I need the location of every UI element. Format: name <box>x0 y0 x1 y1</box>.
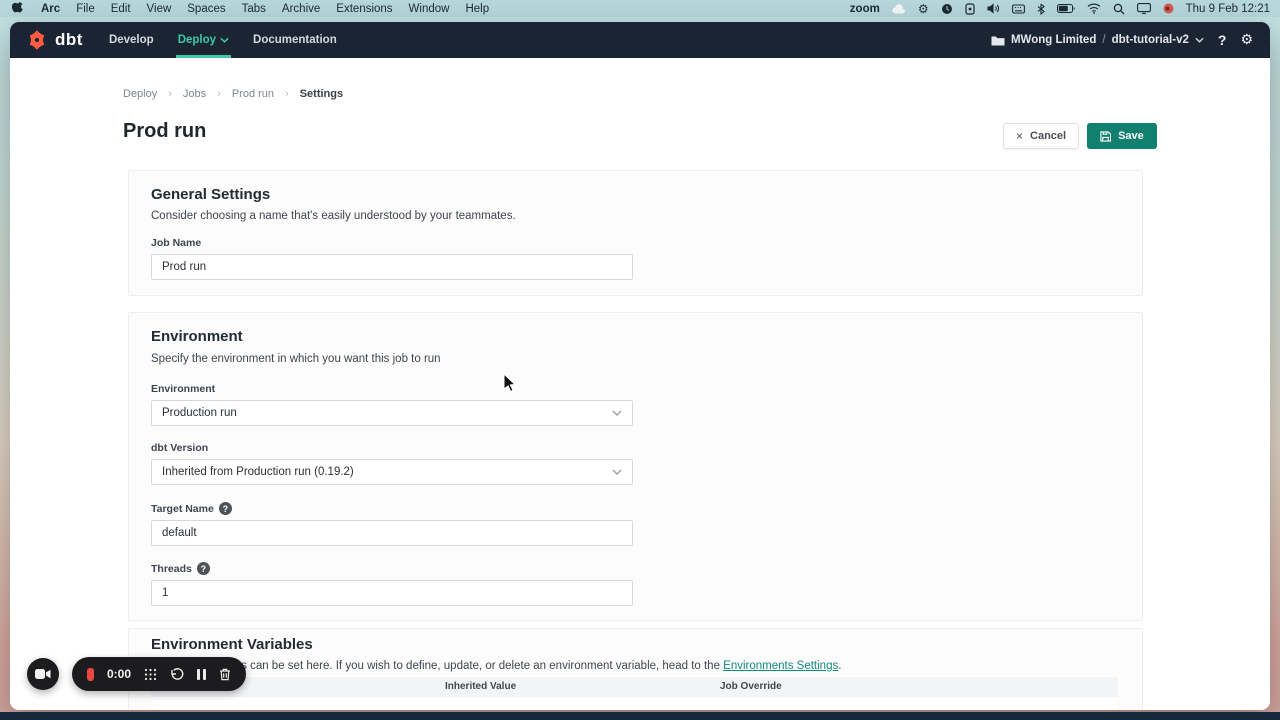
video-camera-icon <box>35 668 51 680</box>
general-settings-title: General Settings <box>151 186 270 203</box>
cloud-icon[interactable] <box>892 4 906 14</box>
environment-card: Environment Specify the environment in w… <box>128 312 1143 621</box>
menubar-item-window[interactable]: Window <box>401 3 458 15</box>
clock-status-icon[interactable] <box>941 3 953 15</box>
chevron-down-icon <box>612 410 622 416</box>
menubar-item-help[interactable]: Help <box>457 3 497 15</box>
menubar-item-spaces[interactable]: Spaces <box>179 3 233 15</box>
breadcrumb-separator-icon <box>285 88 289 100</box>
app-box-icon[interactable] <box>965 3 975 15</box>
dbt-logo[interactable]: dbt <box>10 22 83 58</box>
delete-recording-icon[interactable] <box>219 668 231 681</box>
nav-tab-deploy[interactable]: Deploy <box>176 22 231 58</box>
dbt-version-label: dbt Version <box>151 442 633 454</box>
environment-variables-title: Environment Variables <box>151 636 313 653</box>
effects-grid-dots-icon[interactable] <box>144 668 157 681</box>
help-icon[interactable]: ? <box>1218 32 1227 48</box>
account-project-switcher[interactable]: MWong Limited / dbt-tutorial-v2 <box>991 34 1204 46</box>
page-title: Prod run <box>123 120 206 143</box>
environment-variables-description: Job level overrides can be set here. If … <box>151 660 1121 672</box>
apple-menu-icon[interactable] <box>0 2 33 15</box>
dbt-top-nav: dbt Develop Deploy Documentation MWong L… <box>10 22 1270 58</box>
zoom-menu-label[interactable]: zoom <box>850 3 880 15</box>
dbt-logo-icon <box>25 28 49 52</box>
menubar-item-tabs[interactable]: Tabs <box>234 3 274 15</box>
volume-icon[interactable] <box>987 3 1000 14</box>
search-icon[interactable] <box>1113 3 1125 15</box>
account-separator: / <box>1102 34 1105 46</box>
nav-tab-develop[interactable]: Develop <box>107 22 156 58</box>
close-icon: × <box>1016 129 1023 143</box>
display-icon[interactable] <box>1137 3 1151 14</box>
dbt-logo-text: dbt <box>55 30 83 50</box>
chevron-down-icon <box>220 37 229 43</box>
environment-variables-card: Environment Variables Job level override… <box>128 628 1143 710</box>
camera-bubble-button[interactable] <box>27 658 59 690</box>
environment-description: Specify the environment in which you wan… <box>151 353 441 365</box>
chevron-down-icon <box>1195 37 1204 43</box>
stop-recording-button[interactable] <box>87 668 94 681</box>
record-indicator-icon[interactable] <box>1163 3 1174 14</box>
breadcrumb-jobs[interactable]: Jobs <box>183 88 206 100</box>
target-name-input[interactable] <box>151 520 633 546</box>
general-settings-card: General Settings Consider choosing a nam… <box>128 170 1143 296</box>
breadcrumb-prod-run[interactable]: Prod run <box>232 88 274 100</box>
cancel-button[interactable]: × Cancel <box>1003 123 1079 149</box>
nav-tab-documentation[interactable]: Documentation <box>251 22 339 58</box>
desktop-bottom-edge <box>0 712 1280 720</box>
menubar-item-file[interactable]: File <box>68 3 103 15</box>
general-settings-description: Consider choosing a name that's easily u… <box>151 210 516 222</box>
menubar-item-extensions[interactable]: Extensions <box>328 3 400 15</box>
macos-menubar: Arc File Edit View Spaces Tabs Archive E… <box>0 0 1280 17</box>
dbt-version-select[interactable]: Inherited from Production run (0.19.2) <box>151 459 633 485</box>
chevron-down-icon <box>612 469 622 475</box>
column-header-inherited-value: Inherited Value <box>445 681 516 692</box>
bluetooth-icon[interactable] <box>1037 3 1045 15</box>
job-name-label: Job Name <box>151 237 633 249</box>
help-tooltip-icon[interactable]: ? <box>219 502 232 515</box>
save-button[interactable]: Save <box>1087 123 1157 149</box>
help-tooltip-icon[interactable]: ? <box>197 562 210 575</box>
menubar-item-archive[interactable]: Archive <box>274 3 328 15</box>
environment-field-label: Environment <box>151 383 633 395</box>
breadcrumb-separator-icon <box>168 88 172 100</box>
gear-status-icon[interactable]: ⚙ <box>918 2 929 16</box>
menubar-clock[interactable]: Thu 9 Feb 12:21 <box>1186 3 1270 15</box>
column-header-job-override: Job Override <box>720 681 782 692</box>
recording-timer: 0:00 <box>107 667 131 681</box>
breadcrumb-separator-icon <box>217 88 221 100</box>
settings-gear-icon[interactable]: ⚙ <box>1240 32 1253 48</box>
environment-title: Environment <box>151 328 243 345</box>
threads-input[interactable] <box>151 580 633 606</box>
account-project-name: dbt-tutorial-v2 <box>1112 34 1189 46</box>
pause-recording-icon[interactable] <box>197 669 206 680</box>
breadcrumb-settings: Settings <box>300 88 343 100</box>
restart-recording-icon[interactable] <box>170 668 184 680</box>
browser-window: dbt Develop Deploy Documentation MWong L… <box>10 22 1270 710</box>
breadcrumb-deploy[interactable]: Deploy <box>123 88 157 100</box>
menubar-app-name[interactable]: Arc <box>33 3 68 15</box>
menubar-item-view[interactable]: View <box>139 3 180 15</box>
recorder-toolbar: 0:00 <box>72 657 246 691</box>
environments-settings-link[interactable]: Environments Settings <box>723 660 838 672</box>
wifi-icon[interactable] <box>1087 3 1101 14</box>
page-content: Deploy Jobs Prod run Settings Prod run ×… <box>10 58 1270 710</box>
save-icon <box>1100 131 1111 142</box>
breadcrumb: Deploy Jobs Prod run Settings <box>123 88 343 100</box>
account-org-name: MWong Limited <box>1011 34 1096 46</box>
env-vars-table-row <box>151 697 1118 710</box>
job-name-input[interactable] <box>151 254 633 280</box>
env-vars-table-header: Inherited Value Job Override <box>151 677 1118 697</box>
threads-label: Threads ? <box>151 562 633 575</box>
battery-icon[interactable] <box>1057 4 1075 13</box>
target-name-label: Target Name ? <box>151 502 633 515</box>
folder-icon <box>991 35 1005 46</box>
menubar-item-edit[interactable]: Edit <box>103 3 139 15</box>
environment-select[interactable]: Production run <box>151 400 633 426</box>
keyboard-icon[interactable] <box>1012 4 1025 14</box>
